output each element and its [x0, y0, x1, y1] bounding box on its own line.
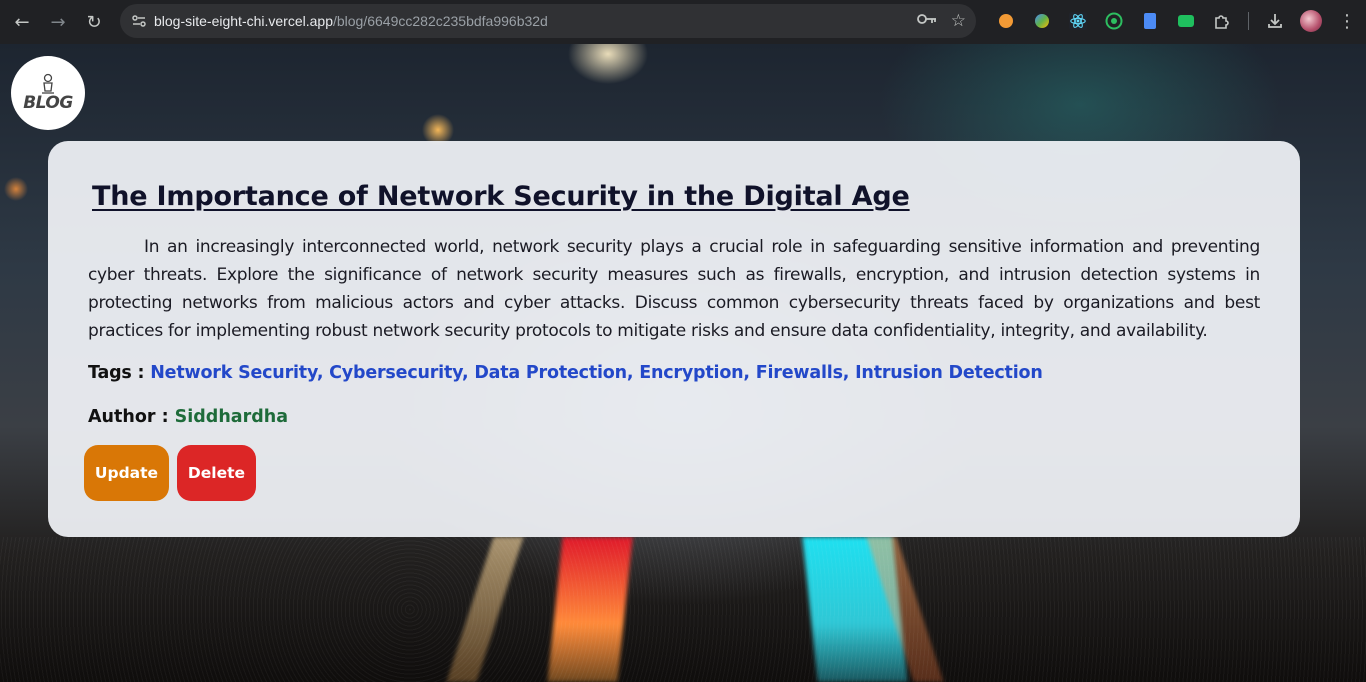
download-icon[interactable] [1257, 4, 1293, 38]
chrome-menu-icon[interactable]: ⋮ [1329, 4, 1365, 38]
author-name: Siddhardha [174, 407, 289, 427]
tags-list: Network Security, Cybersecurity, Data Pr… [150, 363, 1043, 383]
url-host: blog-site-eight-chi.vercel.app [154, 13, 333, 29]
extensions-puzzle-icon[interactable] [1204, 4, 1240, 38]
post-tags: Tags : Network Security, Cybersecurity, … [88, 363, 1043, 383]
extension-colorpick-icon[interactable] [1024, 4, 1060, 38]
logo-figure-icon [42, 73, 54, 94]
author-label: Author : [88, 407, 169, 427]
logo-text: BLOG [23, 93, 73, 113]
url-path: /blog/6649cc282c235bdfa996b32d [332, 13, 548, 29]
extension-target-icon[interactable] [1096, 4, 1132, 38]
password-key-icon[interactable] [916, 11, 937, 31]
extension-docs-icon[interactable] [1132, 4, 1168, 38]
reload-icon[interactable]: ↻ [76, 4, 112, 40]
address-bar[interactable]: blog-site-eight-chi.vercel.app/blog/6649… [120, 4, 976, 38]
post-body: In an increasingly interconnected world,… [88, 237, 1260, 341]
url-text[interactable]: blog-site-eight-chi.vercel.app/blog/6649… [154, 13, 548, 29]
bookmark-star-icon[interactable]: ☆ [951, 11, 966, 31]
extension-cookie-icon[interactable] [988, 4, 1024, 38]
back-arrow-icon[interactable]: ← [4, 4, 40, 40]
profile-avatar[interactable] [1293, 4, 1329, 38]
extension-dot [999, 14, 1013, 28]
extensions-bar: ⋮ [988, 4, 1365, 38]
extension-react-devtools-icon[interactable] [1060, 4, 1096, 38]
tags-label: Tags : [88, 363, 145, 383]
site-settings-icon[interactable] [124, 6, 154, 36]
delete-button[interactable]: Delete [177, 445, 256, 501]
post-title: The Importance of Network Security in th… [92, 181, 910, 212]
toolbar-separator [1248, 12, 1249, 30]
blog-post-card: The Importance of Network Security in th… [48, 141, 1300, 537]
site-logo[interactable]: BLOG [11, 56, 85, 130]
post-author: Author : Siddhardha [88, 407, 288, 427]
extension-video-icon[interactable] [1168, 4, 1204, 38]
update-button[interactable]: Update [84, 445, 169, 501]
forward-arrow-icon[interactable]: → [40, 4, 76, 40]
browser-toolbar: ← → ↻ blog-site-eight-chi.vercel.app/blo… [0, 0, 1366, 44]
